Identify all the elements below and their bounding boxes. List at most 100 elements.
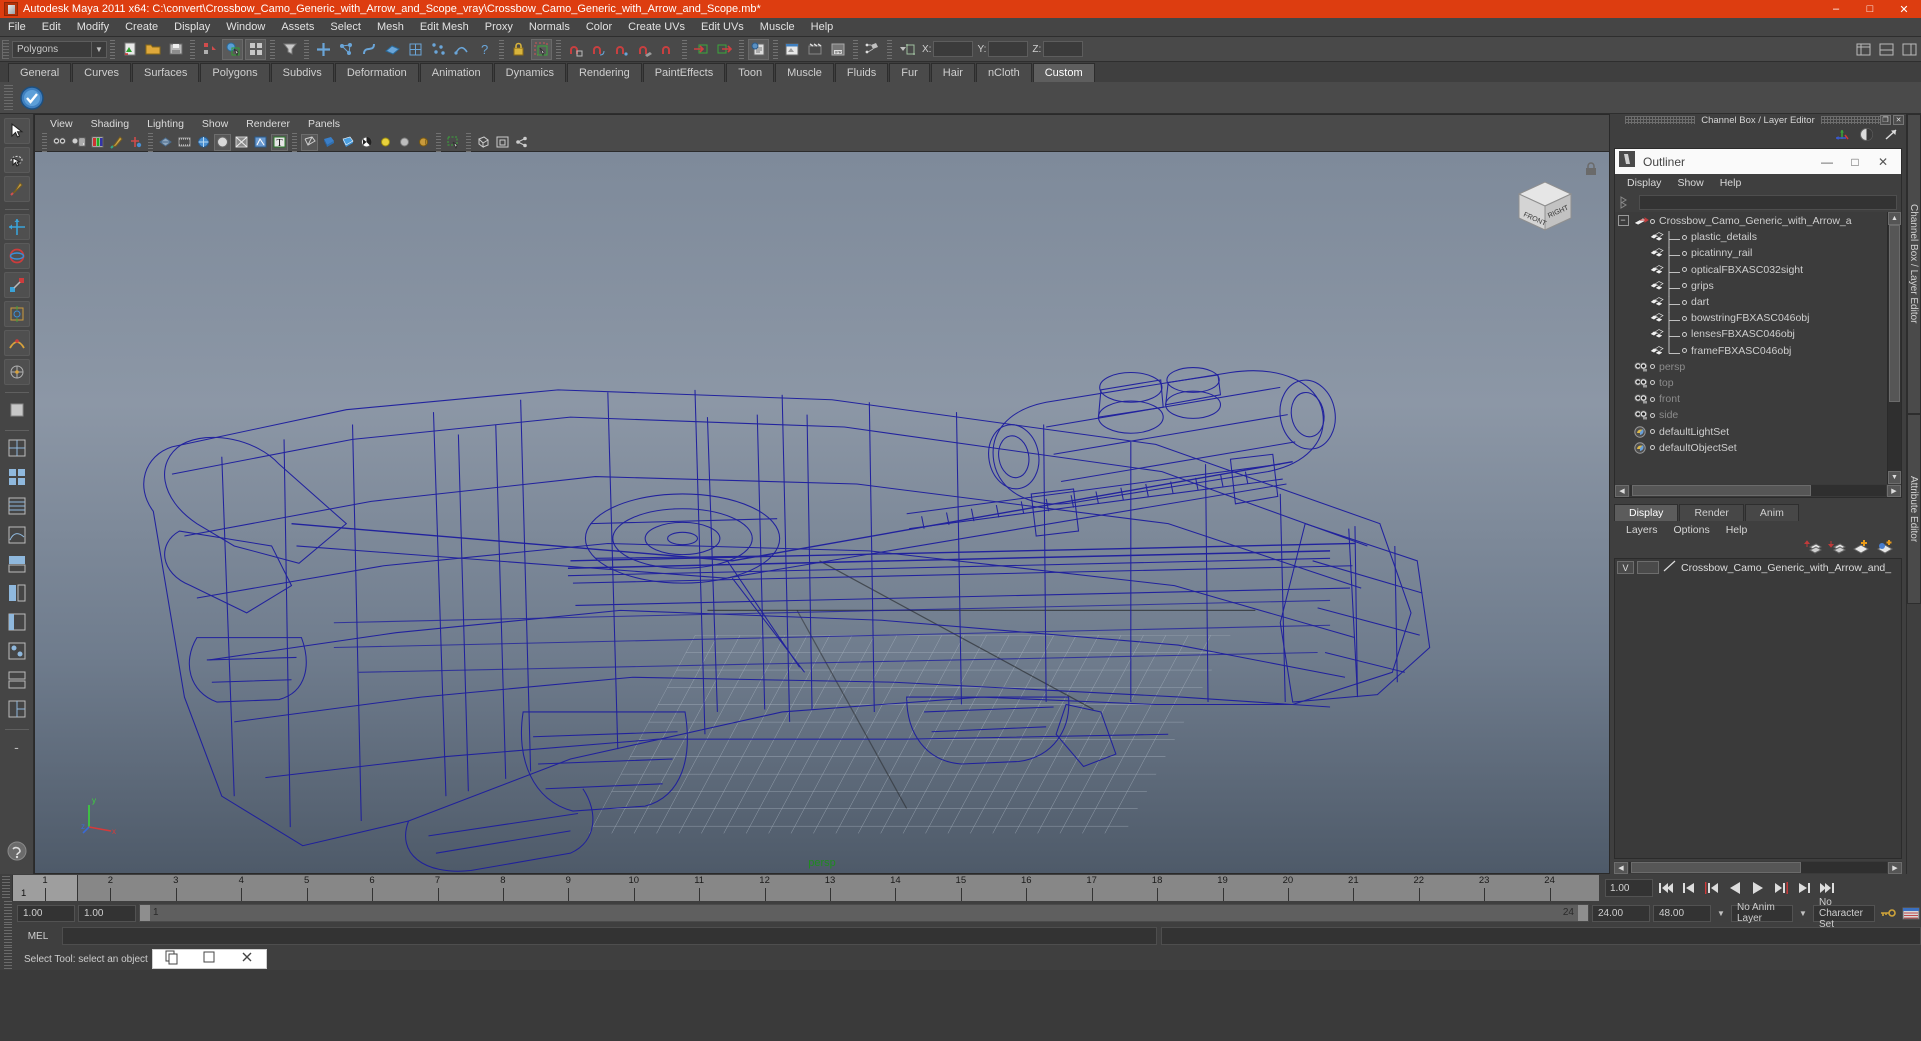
- viewport-menu-lighting[interactable]: Lighting: [138, 117, 193, 131]
- last-tool-used[interactable]: [4, 397, 30, 423]
- snap-plane-icon[interactable]: [634, 39, 655, 60]
- wireframe-mode-icon[interactable]: [301, 133, 318, 151]
- close-button[interactable]: ✕: [1887, 0, 1921, 18]
- select-points-icon[interactable]: [336, 39, 357, 60]
- outliner-minimize-button[interactable]: —: [1813, 149, 1841, 174]
- select-by-component-icon[interactable]: [245, 38, 266, 60]
- menu-create[interactable]: Create: [117, 19, 166, 35]
- time-slider[interactable]: 1 1 2 3 4 5 6 7 8 9 10 11 12 13 14 15 16 17 18 19 20 21 22 23 2…: [12, 875, 1599, 901]
- outliner-menu-help[interactable]: Help: [1712, 176, 1750, 190]
- viewport-menu-shading[interactable]: Shading: [82, 117, 139, 131]
- menuset-dropdown-icon[interactable]: ▼: [92, 40, 107, 58]
- minimize-button[interactable]: –: [1819, 0, 1853, 18]
- view-cube[interactable]: FRONT RIGHT: [1511, 176, 1579, 243]
- menu-muscle[interactable]: Muscle: [752, 19, 803, 35]
- shadows-icon[interactable]: [415, 134, 432, 151]
- layer-hscroll-right-icon[interactable]: ▶: [1888, 861, 1902, 874]
- character-set-selector[interactable]: No Character Set: [1813, 897, 1875, 930]
- help-line-grip[interactable]: [4, 947, 12, 971]
- outliner-scroll-thumb[interactable]: [1889, 225, 1900, 403]
- menu-help[interactable]: Help: [803, 19, 842, 35]
- time-slider-grip[interactable]: [2, 876, 10, 900]
- select-surface-icon[interactable]: [382, 39, 403, 60]
- rotate-tool[interactable]: [3, 243, 30, 269]
- outliner-item-picatinny-rail[interactable]: picatinny_rail: [1631, 245, 1887, 265]
- animation-preferences-icon[interactable]: [1901, 903, 1921, 923]
- shelf-tab-surfaces[interactable]: Surfaces: [131, 63, 200, 82]
- select-by-object-icon[interactable]: [222, 38, 243, 60]
- layout-two-stacked[interactable]: [4, 667, 30, 693]
- current-frame-field[interactable]: 1.00: [1605, 879, 1653, 897]
- outliner-root-expander[interactable]: −: [1615, 212, 1631, 484]
- menu-modify[interactable]: Modify: [69, 19, 117, 35]
- step-forward-frame-icon[interactable]: [1771, 878, 1791, 898]
- outliner-item-defaultlightset[interactable]: defaultLightSet: [1631, 423, 1887, 439]
- shelf-tab-dynamics[interactable]: Dynamics: [493, 63, 566, 82]
- menu-window[interactable]: Window: [218, 19, 273, 35]
- viewport-menu-renderer[interactable]: Renderer: [237, 117, 299, 131]
- shelf-tab-painteffects[interactable]: PaintEffects: [642, 63, 726, 82]
- shelf-tab-subdivs[interactable]: Subdivs: [270, 63, 334, 82]
- layout-help[interactable]: [4, 838, 30, 864]
- outliner-item-defaultobjectset[interactable]: defaultObjectSet: [1631, 440, 1887, 456]
- select-camera-icon[interactable]: [51, 134, 68, 151]
- lasso-tool[interactable]: [3, 147, 30, 173]
- shelf-tab-animation[interactable]: Animation: [419, 63, 493, 82]
- panel-single-icon[interactable]: [475, 134, 492, 151]
- shelf-tab-general[interactable]: General: [8, 63, 72, 82]
- soft-modification-tool[interactable]: [3, 330, 30, 356]
- outliner-item-front[interactable]: front: [1631, 391, 1887, 407]
- outliner-item-lensesfbxasc046obj[interactable]: lensesFBXASC046obj: [1631, 326, 1887, 346]
- layout-single-perspective[interactable]: [4, 435, 30, 461]
- show-attributes-icon[interactable]: [1899, 39, 1920, 60]
- layer-hscroll-thumb[interactable]: [1631, 862, 1802, 873]
- select-tool[interactable]: [3, 118, 30, 144]
- universal-manipulator[interactable]: [3, 301, 30, 327]
- outliner-item-top[interactable]: top: [1631, 375, 1887, 391]
- shelf-tab-rendering[interactable]: Rendering: [566, 63, 642, 82]
- coord-z-field[interactable]: [1043, 41, 1084, 57]
- outliner-filter-icon[interactable]: [1619, 195, 1635, 209]
- shelf-grip[interactable]: [4, 84, 13, 111]
- layer-editor-icon[interactable]: [1858, 127, 1875, 147]
- layer-playback-toggle[interactable]: [1637, 561, 1659, 574]
- range-slider-grip[interactable]: [4, 901, 12, 925]
- outliner-search-input[interactable]: [1639, 194, 1897, 210]
- viewport-menu-show[interactable]: Show: [193, 117, 237, 131]
- layer-hscroll-left-icon[interactable]: ◀: [1614, 861, 1628, 874]
- menu-normals[interactable]: Normals: [521, 19, 578, 35]
- construction-history-icon[interactable]: [691, 39, 712, 60]
- copy-icon[interactable]: [164, 949, 180, 970]
- panel-share-icon[interactable]: [513, 134, 530, 151]
- isolate-select-icon[interactable]: [445, 134, 462, 151]
- select-handle-icon[interactable]: [313, 39, 334, 60]
- menu-select[interactable]: Select: [322, 19, 369, 35]
- layout-persp-hypergraph[interactable]: [4, 580, 30, 606]
- texture-mode-icon[interactable]: [358, 134, 375, 151]
- dock-restore-icon[interactable]: ❐: [1880, 115, 1891, 125]
- move-layer-up-icon[interactable]: [1803, 538, 1823, 559]
- layer-hscroll-track[interactable]: [1629, 862, 1887, 873]
- shelf-tab-ncloth[interactable]: nCloth: [975, 63, 1032, 82]
- layer-visibility-toggle[interactable]: V: [1617, 561, 1634, 574]
- menu-display[interactable]: Display: [166, 19, 218, 35]
- layout-hypershade-persp[interactable]: [4, 551, 30, 577]
- auto-keyframe-icon[interactable]: [1878, 903, 1898, 923]
- close-x-icon[interactable]: [239, 949, 255, 970]
- layer-tab-display[interactable]: Display: [1614, 504, 1679, 521]
- shelf-tab-toon[interactable]: Toon: [726, 63, 775, 82]
- select-particles-icon[interactable]: [428, 39, 449, 60]
- coord-y-field[interactable]: [988, 41, 1029, 57]
- layout-outliner-persp[interactable]: [4, 609, 30, 635]
- outliner-collapse-icon[interactable]: −: [1617, 215, 1629, 226]
- play-backwards-icon[interactable]: [1725, 878, 1745, 898]
- question-icon[interactable]: ?: [474, 39, 495, 60]
- outliner-maximize-button[interactable]: □: [1841, 149, 1869, 174]
- xray-joints-icon[interactable]: [252, 134, 269, 151]
- dock-grip-left[interactable]: [1625, 116, 1696, 124]
- tab-channel-box-layer-editor[interactable]: Channel Box / Layer Editor: [1907, 114, 1921, 414]
- shelf-tab-curves[interactable]: Curves: [72, 63, 131, 82]
- shelf-tab-custom[interactable]: Custom: [1032, 63, 1095, 82]
- go-to-start-icon[interactable]: [1656, 878, 1676, 898]
- paint-effects-icon[interactable]: [108, 134, 125, 151]
